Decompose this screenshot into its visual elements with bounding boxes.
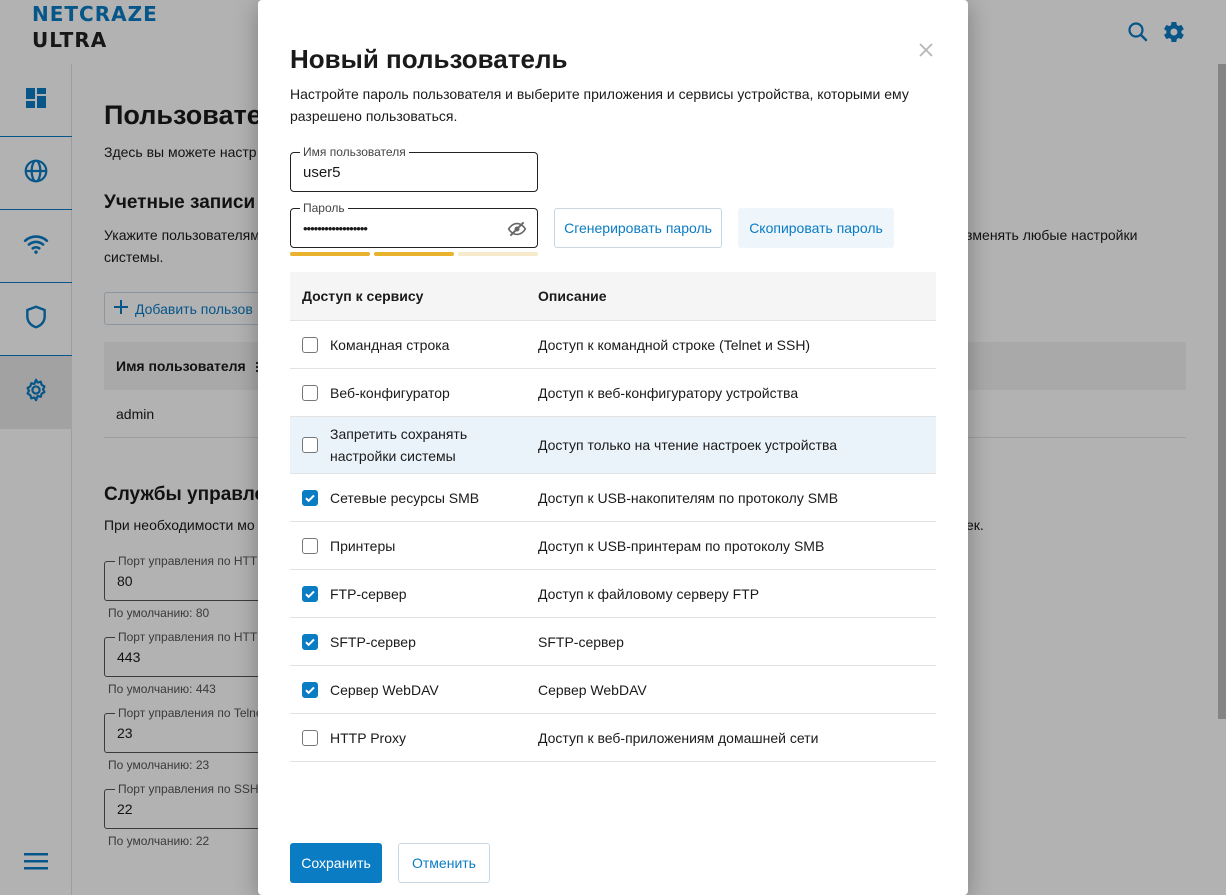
column-service: Доступ к сервису [302,288,424,304]
service-name: Сетевые ресурсы SMB [330,489,480,506]
generate-password-button[interactable]: Сгенерировать пароль [554,208,722,248]
password-value: •••••••••••••••••• [303,221,368,236]
service-description: Доступ к файловому серверу FTP [538,585,760,602]
strength-segment [290,252,370,256]
service-description: Доступ к веб-приложениям домашней сети [538,729,819,746]
copy-password-button[interactable]: Скопировать пароль [738,208,894,248]
service-checkbox[interactable] [302,729,318,746]
service-name: Запретить сохранять настройки системы [330,426,468,464]
eye-off-icon[interactable] [507,219,527,239]
service-checkbox[interactable] [302,384,318,401]
service-checkbox[interactable] [302,681,318,698]
check-icon [305,638,315,646]
service-name: SFTP-сервер [330,633,416,650]
new-user-dialog: Новый пользователь Настройте пароль поль… [258,0,968,895]
service-checkbox[interactable] [302,489,318,506]
service-name: Веб-конфигуратор [330,384,450,401]
password-label: Пароль [300,201,348,215]
service-name: Принтеры [330,537,396,554]
username-field[interactable]: Имя пользователя user5 [290,145,538,192]
service-checkbox[interactable] [302,633,318,650]
service-description: Сервер WebDAV [538,681,647,698]
check-icon [305,686,315,694]
username-value: user5 [303,164,341,181]
service-checkbox[interactable] [302,537,318,554]
service-description: Доступ к командной строке (Telnet и SSH) [538,336,811,353]
service-description: Доступ к веб-конфигуратору устройства [538,384,799,401]
service-name: Сервер WebDAV [330,681,439,698]
password-strength-meter [290,252,538,256]
service-checkbox[interactable] [302,585,318,602]
check-icon [305,494,315,502]
service-name: HTTP Proxy [330,729,406,746]
table-header: Доступ к сервису Описание [290,272,936,321]
table-row[interactable]: Командная строка Доступ к командной стро… [290,321,936,369]
check-icon [305,590,315,598]
column-description: Описание [538,288,607,304]
table-row[interactable]: Принтеры Доступ к USB-принтерам по прото… [290,522,936,570]
table-row[interactable]: Запретить сохранять настройки системы До… [290,417,936,474]
service-checkbox[interactable] [302,437,318,453]
strength-segment [458,252,538,256]
service-checkbox[interactable] [302,336,318,353]
table-row[interactable]: FTP-сервер Доступ к файловому серверу FT… [290,570,936,618]
strength-segment [374,252,454,256]
dialog-title: Новый пользователь [290,44,568,74]
service-description: Доступ к USB-накопителям по протоколу SM… [538,489,839,506]
table-row[interactable]: Сервер WebDAV Сервер WebDAV [290,666,936,714]
table-row[interactable]: Веб-конфигуратор Доступ к веб-конфигурат… [290,369,936,417]
service-description: Доступ к USB-принтерам по протоколу SMB [538,537,825,554]
service-description: Доступ только на чтение настроек устройс… [538,437,838,453]
table-row[interactable]: SFTP-сервер SFTP-сервер [290,618,936,666]
service-description: SFTP-сервер [538,633,624,650]
service-name: Командная строка [330,336,450,353]
table-row[interactable]: Сетевые ресурсы SMB Доступ к USB-накопит… [290,474,936,522]
cancel-button[interactable]: Отменить [398,843,490,883]
save-button[interactable]: Сохранить [290,843,382,883]
table-row[interactable]: HTTP Proxy Доступ к веб-приложениям дома… [290,714,936,762]
service-name: FTP-сервер [330,585,407,602]
username-label: Имя пользователя [300,145,409,159]
close-icon[interactable] [916,40,936,60]
service-access-table: Доступ к сервису Описание Командная стро… [290,272,936,762]
password-field[interactable]: Пароль •••••••••••••••••• [290,201,538,248]
dialog-description: Настройте пароль пользователя и выберите… [290,86,909,124]
